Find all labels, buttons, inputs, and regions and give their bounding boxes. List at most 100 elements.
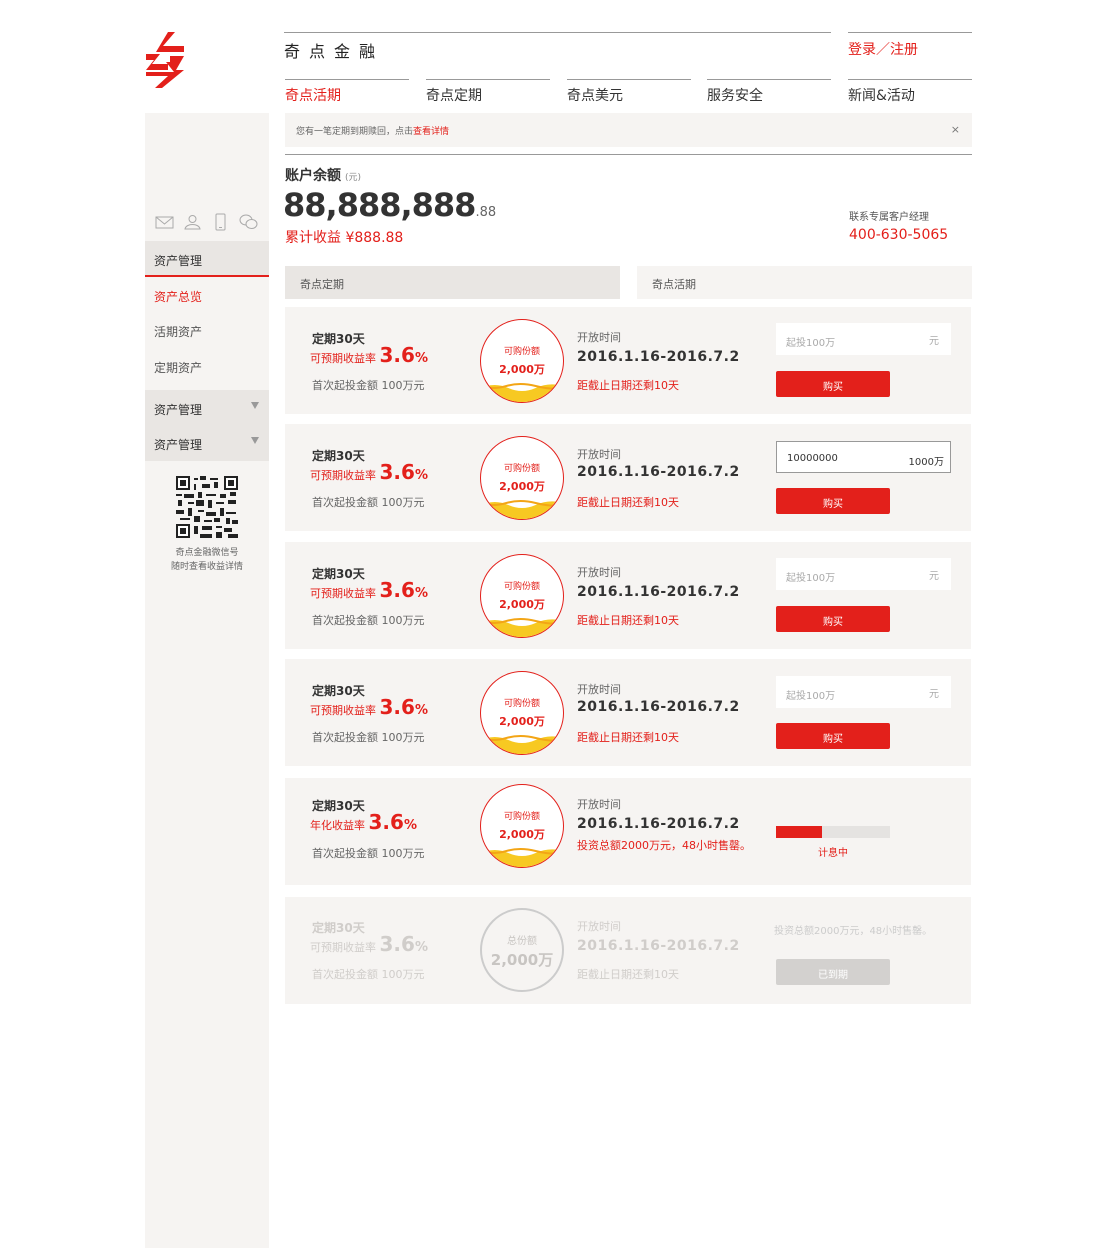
tab-fixed[interactable]: 奇点定期 <box>285 266 620 299</box>
sidebar-item-fixed-assets[interactable]: 定期资产 <box>154 359 202 376</box>
expired-button: 已到期 <box>776 959 890 985</box>
buy-button[interactable]: 购买 <box>776 606 890 632</box>
manager-phone[interactable]: 400-630-5065 <box>849 227 948 243</box>
amount-input[interactable]: 10000000 1000万 <box>776 441 951 473</box>
nav-security[interactable]: 服务安全 <box>707 79 831 105</box>
product-minimum: 首次起投金额 100万元 <box>312 614 425 627</box>
total-share-circle: 总份额 2,000万 <box>480 908 564 992</box>
amount-unit: 元 <box>929 336 939 347</box>
circle-label: 可购份额 <box>503 347 540 357</box>
circle-value: 2,000万 <box>490 951 554 969</box>
sidebar-group-collapsed[interactable]: 资产管理 <box>145 425 269 461</box>
sidebar-item-current-assets[interactable]: 活期资产 <box>154 323 202 340</box>
close-icon[interactable]: × <box>951 123 960 136</box>
sidebar-group-collapsed[interactable]: 资产管理 <box>145 390 269 426</box>
manager-label: 联系专属客户经理 <box>849 212 929 223</box>
buy-button[interactable]: 购买 <box>776 723 890 749</box>
total-investment-note: 投资总额2000万元，48小时售罄。 <box>774 926 933 937</box>
open-dates: 2016.1.16-2016.7.2 <box>577 699 740 715</box>
rate-value: 3.6 <box>368 810 404 834</box>
amount-input[interactable]: 起投100万 元 <box>776 323 951 355</box>
amount-input[interactable]: 起投100万 元 <box>776 676 951 708</box>
product-rate: 可预期收益率 3.6% <box>310 460 428 484</box>
amount-unit: 元 <box>929 571 939 582</box>
amount-placeholder: 起投100万 <box>786 691 836 702</box>
remaining-days: 距截止日期还剩10天 <box>577 968 679 981</box>
product-card: 定期30天 可预期收益率 3.6% 首次起投金额 100万元 可购份额 2,00… <box>285 424 971 531</box>
divider <box>285 154 972 155</box>
rate-label: 可预期收益率 <box>310 941 376 954</box>
balance-label-text: 账户余额 <box>285 168 341 184</box>
open-time-label: 开放时间 <box>577 798 621 811</box>
circle-value: 2,000万 <box>499 598 545 611</box>
available-share-circle: 可购份额 2,000万 <box>480 319 564 403</box>
remaining-days: 距截止日期还剩10天 <box>577 614 679 627</box>
product-card-expired: 定期30天 可预期收益率 3.6% 首次起投金额 100万元 总份额 2,000… <box>285 897 971 1004</box>
wave-fill <box>481 618 563 637</box>
rate-value: 3.6 <box>379 343 415 367</box>
buy-button[interactable]: 购买 <box>776 371 890 397</box>
rate-label: 年化收益率 <box>310 819 365 832</box>
progress-fill <box>776 826 822 838</box>
amount-placeholder: 起投100万 <box>786 338 836 349</box>
phone-icon[interactable] <box>211 213 230 231</box>
rate-label: 可预期收益率 <box>310 352 376 365</box>
sidebar-item-overview[interactable]: 资产总览 <box>154 288 202 305</box>
sidebar-group-asset-management[interactable]: 资产管理 <box>145 241 269 277</box>
nav-fixed-deposit[interactable]: 奇点定期 <box>426 79 550 105</box>
rate-value: 3.6 <box>379 578 415 602</box>
progress-label: 计息中 <box>818 848 848 859</box>
caret-down-icon <box>251 437 259 444</box>
circle-value: 2,000万 <box>499 363 545 376</box>
open-time-label: 开放时间 <box>577 566 621 579</box>
balance-label: 账户余额 (元) <box>285 165 361 185</box>
rate-percent: % <box>414 703 428 718</box>
rate-percent: % <box>414 468 428 483</box>
amount-unit: 1000万 <box>908 457 944 468</box>
rate-percent: % <box>414 940 428 955</box>
product-rate: 可预期收益率 3.6% <box>310 932 428 956</box>
qr-code <box>176 476 238 538</box>
balance-decimal: .88 <box>475 205 497 220</box>
qr-caption: 奇点金融微信号 <box>175 548 239 558</box>
notice-detail-link[interactable]: 查看详情 <box>413 127 449 137</box>
balance-value: 88,888,888.88 <box>283 186 496 224</box>
user-icon[interactable] <box>183 213 202 231</box>
tab-current[interactable]: 奇点活期 <box>637 266 972 299</box>
login-register-link[interactable]: 登录／注册 <box>848 32 972 59</box>
notice-bar: 您有一笔定期到期赎回，点击查看详情 × <box>285 113 972 147</box>
notice-text: 您有一笔定期到期赎回，点击 <box>296 127 414 137</box>
open-dates: 2016.1.16-2016.7.2 <box>577 584 740 600</box>
circle-value: 2,000万 <box>499 828 545 841</box>
wechat-icon[interactable] <box>239 213 258 231</box>
nav-current-deposit[interactable]: 奇点活期 <box>285 79 409 105</box>
open-dates: 2016.1.16-2016.7.2 <box>577 938 740 954</box>
remaining-days: 距截止日期还剩10天 <box>577 379 679 392</box>
nav-usd[interactable]: 奇点美元 <box>567 79 691 105</box>
product-card: 定期30天 可预期收益率 3.6% 首次起投金额 100万元 可购份额 2,00… <box>285 542 971 649</box>
circle-label: 可购份额 <box>503 812 540 822</box>
available-share-circle: 可购份额 2,000万 <box>480 554 564 638</box>
circle-label: 总份额 <box>507 936 537 947</box>
open-dates: 2016.1.16-2016.7.2 <box>577 464 740 480</box>
amount-unit: 元 <box>929 689 939 700</box>
open-dates: 2016.1.16-2016.7.2 <box>577 816 740 832</box>
product-card: 定期30天 年化收益率 3.6% 首次起投金额 100万元 可购份额 2,000… <box>285 778 971 885</box>
rate-percent: % <box>403 818 417 833</box>
rate-percent: % <box>414 586 428 601</box>
rate-label: 可预期收益率 <box>310 704 376 717</box>
product-minimum: 首次起投金额 100万元 <box>312 968 425 981</box>
buy-button[interactable]: 购买 <box>776 488 890 514</box>
nav-news[interactable]: 新闻&活动 <box>848 79 972 105</box>
available-share-circle: 可购份额 2,000万 <box>480 784 564 868</box>
logo <box>146 32 184 88</box>
sidebar-group-label: 资产管理 <box>154 403 203 417</box>
wave-fill <box>481 500 563 519</box>
open-time-label: 开放时间 <box>577 920 621 933</box>
balance-unit: (元) <box>345 173 362 183</box>
mail-icon[interactable] <box>155 213 174 231</box>
caret-down-icon <box>251 402 259 409</box>
brand-name: 奇点金融 <box>284 32 831 62</box>
amount-input[interactable]: 起投100万 元 <box>776 558 951 590</box>
amount-placeholder: 起投100万 <box>786 573 836 584</box>
